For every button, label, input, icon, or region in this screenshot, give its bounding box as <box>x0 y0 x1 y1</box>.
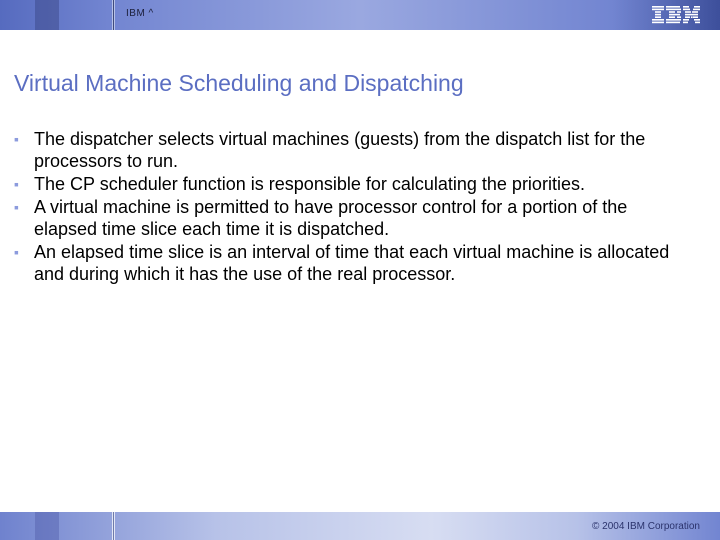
list-item: ▪ The dispatcher selects virtual machine… <box>14 128 694 172</box>
slide: IBM ^ Virtual Machine S <box>0 0 720 540</box>
header-decor-block <box>35 0 59 30</box>
bullet-icon: ▪ <box>14 196 34 218</box>
bullet-list: ▪ The dispatcher selects virtual machine… <box>14 128 694 286</box>
bullet-text: The CP scheduler function is responsible… <box>34 173 585 195</box>
header-brand-text: IBM ^ <box>126 8 154 19</box>
copyright-text: © 2004 IBM Corporation <box>592 521 700 532</box>
list-item: ▪ The CP scheduler function is responsib… <box>14 173 694 195</box>
bullet-icon: ▪ <box>14 241 34 263</box>
ibm-logo-icon <box>652 6 700 29</box>
bullet-text: An elapsed time slice is an interval of … <box>34 241 694 285</box>
header-bar <box>0 0 720 30</box>
list-item: ▪ An elapsed time slice is an interval o… <box>14 241 694 285</box>
page-title: Virtual Machine Scheduling and Dispatchi… <box>14 70 464 97</box>
bullet-icon: ▪ <box>14 173 34 195</box>
bullet-text: A virtual machine is permitted to have p… <box>34 196 694 240</box>
bullet-icon: ▪ <box>14 128 34 150</box>
footer-decor-block <box>35 512 59 540</box>
footer-divider-inner <box>113 512 114 540</box>
bullet-text: The dispatcher selects virtual machines … <box>34 128 694 172</box>
list-item: ▪ A virtual machine is permitted to have… <box>14 196 694 240</box>
header-divider-inner <box>113 0 114 30</box>
